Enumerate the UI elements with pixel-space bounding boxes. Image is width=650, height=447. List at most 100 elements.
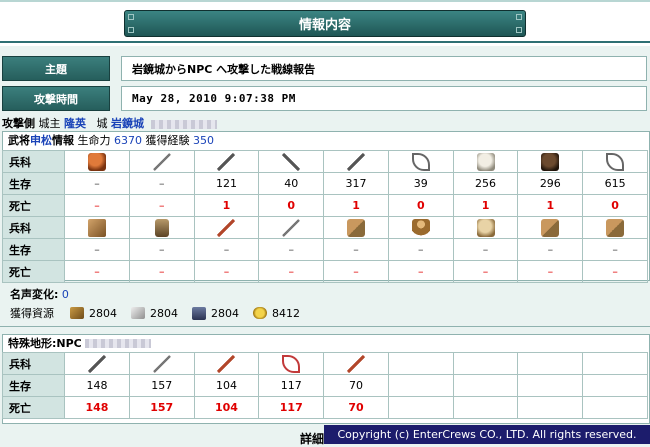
- fame-value: 0: [61, 288, 69, 301]
- cart-icon: [87, 218, 106, 237]
- cell: 317: [323, 172, 389, 195]
- general-prefix: 武将: [8, 134, 30, 147]
- top-ornament: [0, 0, 650, 2]
- banner-corner: [516, 27, 522, 33]
- cell: 1: [517, 194, 584, 217]
- empty-cell: [582, 374, 648, 397]
- attack-time-text: May 28, 2010 9:07:38 PM: [132, 92, 296, 105]
- crossed-swords-icon: [282, 218, 301, 237]
- sword-icon: [152, 354, 171, 373]
- siege-tower-icon: [154, 218, 169, 237]
- heavy-catapult-icon: [606, 218, 625, 237]
- ballista-icon: [347, 218, 366, 237]
- row-label-alive: 生存: [1, 238, 66, 261]
- iron-icon: [192, 306, 206, 320]
- red-pike-icon: [217, 354, 236, 373]
- copyright-text: Copyright (c) EnterCrews CO., LTD. All r…: [337, 428, 637, 441]
- banner-corner: [516, 14, 522, 20]
- empty-cell: [387, 352, 454, 375]
- cell: 157: [128, 396, 195, 419]
- empty-cell: [517, 352, 584, 375]
- cloth-icon: [131, 307, 145, 319]
- row-label-dead: 死亡: [1, 396, 66, 419]
- table-row: 死亡 148 157 104 117 70: [1, 396, 648, 419]
- cell: 70: [323, 374, 389, 397]
- subject-value: 岩鏡城からNPC へ攻撃した戦線報告: [121, 56, 647, 81]
- hp-value: 6370: [114, 133, 142, 147]
- pike-icon: [217, 152, 236, 171]
- cell: 157: [128, 374, 195, 397]
- row-label-alive: 生存: [1, 172, 66, 195]
- castle-name-link[interactable]: 岩鏡城: [111, 117, 144, 130]
- resource-value: 2804: [89, 306, 117, 320]
- header-divider: [0, 41, 650, 43]
- empty-cell: [517, 374, 584, 397]
- cell: 296: [517, 172, 584, 195]
- row-label-unit: 兵科: [1, 352, 66, 375]
- empty-cell: [452, 352, 519, 375]
- redacted-coordinates: [84, 338, 151, 348]
- general-name-link[interactable]: 申松: [30, 132, 52, 148]
- row-label-alive: 生存: [1, 374, 66, 397]
- cell: 256: [452, 172, 519, 195]
- cell: –: [64, 172, 130, 195]
- copyright-bar: Copyright (c) EnterCrews CO., LTD. All r…: [324, 425, 650, 444]
- empty-cell: [452, 374, 519, 397]
- table-row: 兵科: [1, 150, 648, 173]
- cell: –: [517, 238, 584, 261]
- lord-name-link[interactable]: 隆英: [64, 117, 86, 130]
- tan-horse-icon: [476, 218, 495, 237]
- cell: –: [193, 238, 260, 261]
- detail-link[interactable]: 詳細: [300, 430, 324, 447]
- cell: 0: [258, 194, 325, 217]
- trident-icon: [282, 152, 301, 171]
- cell: 1: [452, 194, 519, 217]
- cell: 148: [64, 374, 130, 397]
- red-sword-icon: [347, 354, 366, 373]
- empty-cell: [387, 374, 454, 397]
- spear-icon: [347, 152, 366, 171]
- cell: –: [387, 238, 454, 261]
- cell: –: [128, 238, 195, 261]
- subject-text: 岩鏡城からNPC へ攻撃した戦線報告: [132, 62, 316, 76]
- attacker-side-label: 攻撃側: [2, 117, 35, 130]
- empty-cell: [452, 396, 519, 419]
- terrain-label: 特殊地形:: [8, 337, 57, 350]
- table-row: 死亡 – – – – – – – – –: [1, 260, 648, 283]
- cell: –: [258, 260, 325, 283]
- resources-label: 獲得資源: [10, 307, 54, 320]
- cell: –: [193, 260, 260, 283]
- defender-troop-table: 兵科 生存 148 157 104 117 70 死亡 148 157 104 …: [1, 352, 648, 419]
- terrain-owner: NPC: [56, 336, 82, 350]
- catapult-icon: [541, 218, 560, 237]
- red-pike-icon: [217, 218, 236, 237]
- crossbow-icon: [606, 152, 625, 171]
- cell: –: [387, 260, 454, 283]
- cell: –: [452, 238, 519, 261]
- empty-cell: [582, 396, 648, 419]
- redacted-coordinates: [150, 119, 217, 129]
- cell: 148: [64, 396, 130, 419]
- table-row: 兵科: [1, 216, 648, 239]
- table-row: 生存 – – 121 40 317 39 256 296 615: [1, 172, 648, 195]
- page-title: 情報内容: [298, 18, 351, 33]
- cell: 1: [193, 194, 260, 217]
- table-row: 生存 148 157 104 117 70: [1, 374, 648, 397]
- cell: 1: [323, 194, 389, 217]
- general-info-line: 武将 申松 情報 生命力 6370 獲得経験 350: [3, 132, 649, 148]
- cell: –: [64, 194, 130, 217]
- lord-label: 城主: [38, 117, 61, 130]
- red-bow-icon: [282, 354, 301, 373]
- empty-cell: [387, 396, 454, 419]
- cell: –: [128, 260, 195, 283]
- row-label-dead: 死亡: [1, 194, 66, 217]
- cell: 0: [582, 194, 648, 217]
- row-label-unit: 兵科: [1, 150, 66, 173]
- general-info-label: 情報: [52, 134, 74, 147]
- attack-time-label: 攻撃時間: [2, 86, 110, 111]
- warrior-icon: [411, 218, 430, 237]
- cell: 0: [387, 194, 454, 217]
- resources-line: 獲得資源 2804 2804 2804 8412: [10, 305, 300, 321]
- terrain-line: 特殊地形: NPC: [3, 335, 649, 351]
- black-horse-icon: [541, 152, 560, 171]
